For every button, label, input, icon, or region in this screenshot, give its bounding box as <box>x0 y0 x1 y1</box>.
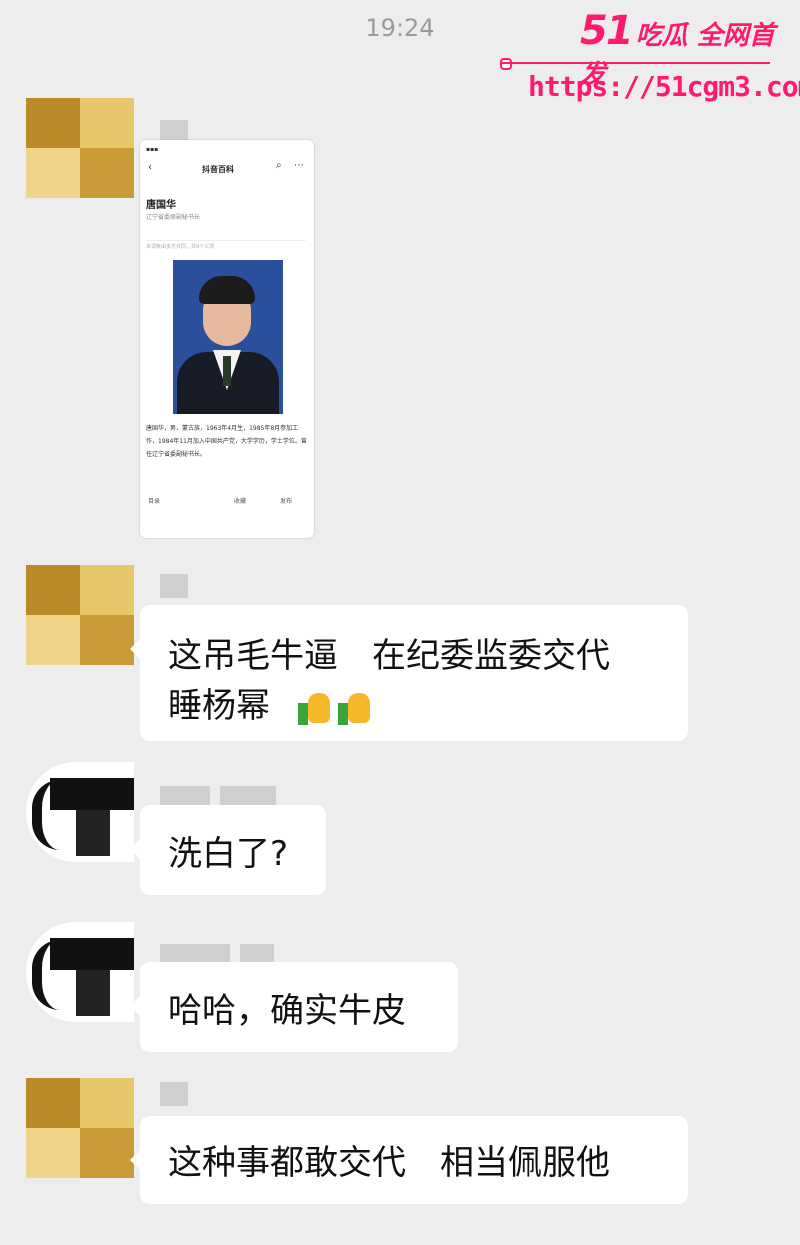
footer-publish: 发布 <box>280 498 293 505</box>
person-name: 唐国华 <box>146 200 176 211</box>
message-bubble[interactable]: 这吊毛牛逼 在纪委监委交代 睡杨幂 <box>130 605 688 741</box>
thumbs-up-icon <box>297 689 332 727</box>
avatar[interactable] <box>26 98 134 198</box>
thumbs-up-icon <box>337 689 372 727</box>
portrait-photo <box>173 260 283 414</box>
image-message[interactable]: ▪▪▪ ‹ 抖音百科 ⌕ ⋯ 唐国华 辽宁省委原副秘书长 本词条由多方共同，共9… <box>140 140 314 538</box>
avatar[interactable] <box>26 922 134 1022</box>
watermark-line <box>500 62 770 64</box>
message-text-part: 睡杨幂 <box>168 686 270 726</box>
more-icon: ⋯ <box>294 160 304 171</box>
watermark: 51 吃瓜 全网首发 https://51cgm3.com <box>500 8 800 108</box>
person-title: 辽宁省委原副秘书长 <box>146 214 201 221</box>
footer-catalog: 目录 <box>148 498 161 505</box>
sender-name <box>160 1082 188 1106</box>
app-title: 抖音百科 <box>202 165 234 174</box>
footer-favorite: 收藏 <box>234 498 247 505</box>
back-icon: ‹ <box>148 162 152 173</box>
person-bio: 唐国华，男，蒙古族，1963年4月生，1985年8月参加工作，1984年11月加… <box>146 425 307 458</box>
message-bubble[interactable]: 这种事都敢交代 相当佩服他 <box>130 1116 688 1204</box>
avatar[interactable] <box>26 565 134 665</box>
message-bubble[interactable]: 洗白了? <box>130 805 326 895</box>
message-text-line2: 睡杨幂 <box>168 681 660 731</box>
search-icon: ⌕ <box>276 160 282 171</box>
message-text: 洗白了? <box>168 834 289 874</box>
avatar[interactable] <box>26 1078 134 1178</box>
message-text: 哈哈，确实牛皮 <box>168 991 406 1031</box>
watermark-brand-number: 51 <box>580 8 634 54</box>
message-bubble[interactable]: 哈哈，确实牛皮 <box>130 962 458 1052</box>
message-text: 这吊毛牛逼 在纪委监委交代 <box>168 636 610 676</box>
message-text: 这种事都敢交代 相当佩服他 <box>168 1143 610 1183</box>
watermark-url: https://51cgm3.com <box>528 70 800 103</box>
sender-name <box>160 574 188 598</box>
avatar[interactable] <box>26 762 134 862</box>
entry-hint: 本词条由多方共同，共9个义项 <box>146 240 306 250</box>
watermark-dot <box>500 58 512 70</box>
status-bar-mini: ▪▪▪ <box>146 146 159 153</box>
